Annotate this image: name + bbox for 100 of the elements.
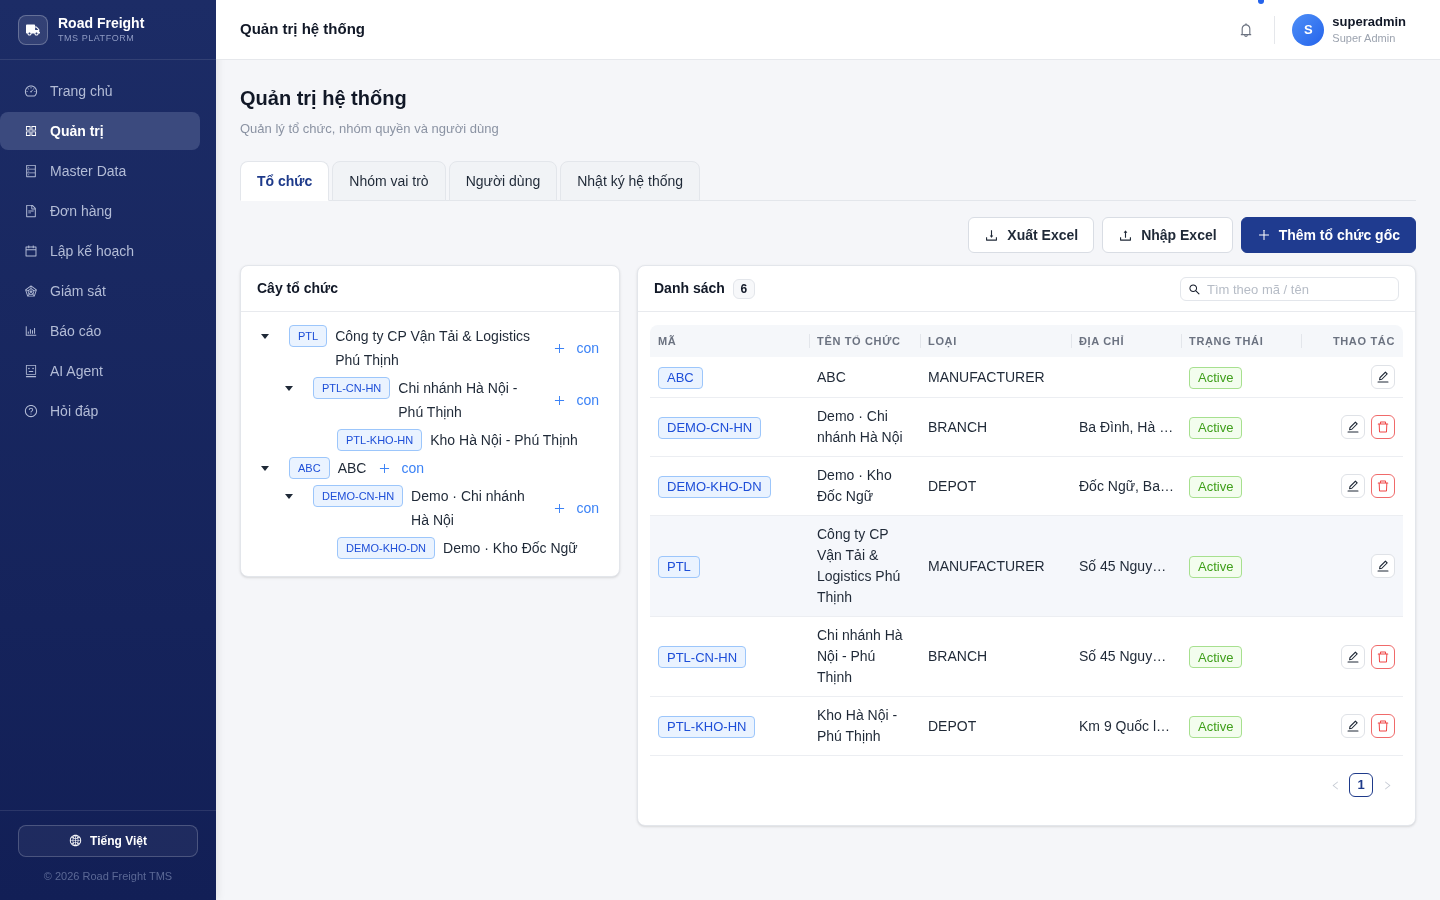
caret-down-icon[interactable] bbox=[261, 465, 269, 471]
column-header: MÃ bbox=[650, 325, 809, 357]
search-field[interactable]: Tìm theo mã / tên bbox=[1180, 277, 1399, 301]
action-button[interactable]: Nhập Excel bbox=[1102, 217, 1233, 253]
edit-button[interactable] bbox=[1371, 554, 1395, 578]
table-row[interactable]: PTL-KHO-HN Kho Hà Nội - Phú Thịnh DEPOT Km 9 Quốc l… Active bbox=[650, 696, 1403, 756]
table-cell: Ba Đình, Hà … bbox=[1071, 397, 1181, 457]
pencil-icon bbox=[1376, 370, 1390, 384]
table-row[interactable]: PTL-CN-HN Chi nhánh Hà Nội - Phú Thịnh BRANCH Số 45 Nguy… Active bbox=[650, 616, 1403, 697]
nav-item[interactable]: Trang chủ bbox=[0, 72, 200, 110]
status-tag: Active bbox=[1189, 646, 1243, 669]
table-row[interactable]: DEMO-CN-HN Demo · Chi nhánh Hà Nội BRANCH Ba Đình, Hà … Active bbox=[650, 397, 1403, 457]
status-tag: Active bbox=[1189, 555, 1243, 578]
avatar[interactable]: S bbox=[1292, 13, 1325, 46]
node-name[interactable]: Demo · Kho Đốc Ngữ bbox=[443, 536, 578, 560]
table-cell: BRANCH bbox=[920, 397, 1071, 457]
table-cell: Chi nhánh Hà Nội - Phú Thịnh bbox=[809, 616, 920, 697]
tab[interactable]: Nhóm vai trò bbox=[332, 161, 446, 201]
nav-item[interactable]: Hỏi đáp bbox=[0, 392, 200, 430]
edit-button[interactable] bbox=[1341, 415, 1365, 439]
table-row[interactable]: PTL Công ty CP Vận Tải & Logistics Phú Thịnh MANUFACTURER Số 45 Nguy… Active bbox=[650, 515, 1403, 617]
count-badge: 6 bbox=[732, 278, 755, 299]
table-cell: Công ty CP Vận Tải & Logistics Phú Thịnh bbox=[809, 515, 920, 617]
add-child-button[interactable]: con bbox=[549, 389, 603, 411]
language-button[interactable]: Tiếng Việt bbox=[18, 824, 198, 857]
pencil-icon bbox=[1346, 479, 1360, 493]
trash-icon bbox=[1376, 719, 1390, 733]
status-tag: Active bbox=[1189, 416, 1243, 439]
delete-button[interactable] bbox=[1371, 415, 1395, 439]
truck-logo-icon bbox=[18, 14, 48, 45]
column-header: TÊN TỔ CHỨC bbox=[809, 325, 920, 357]
nav-item[interactable]: Lập kế hoạch bbox=[0, 232, 200, 270]
caret-down-icon[interactable] bbox=[261, 333, 269, 339]
nav-item[interactable]: Quản trị bbox=[0, 112, 200, 150]
header-title: Quản trị hệ thống bbox=[240, 19, 365, 40]
edit-button[interactable] bbox=[1341, 714, 1365, 738]
upload-icon bbox=[1118, 227, 1134, 243]
node-name[interactable]: Công ty CP Vận Tải & Logistics Phú Thịnh bbox=[335, 324, 542, 372]
caret-down-icon[interactable] bbox=[285, 493, 293, 499]
nav-item[interactable]: Master Data bbox=[0, 152, 200, 190]
table-row[interactable]: DEMO-KHO-DN Demo · Kho Đốc Ngữ DEPOT Đốc Ngữ, Ba… Active bbox=[650, 456, 1403, 516]
table-cell: Đốc Ngữ, Ba… bbox=[1071, 456, 1181, 516]
code-tag: PTL-KHO-HN bbox=[337, 429, 423, 451]
add-child-button[interactable]: con bbox=[549, 497, 603, 519]
table-cell: BRANCH bbox=[920, 616, 1071, 697]
column-header: ĐỊA CHỈ bbox=[1071, 325, 1181, 357]
brand-name: Road Freight bbox=[58, 15, 145, 33]
table-row[interactable]: ABC ABC MANUFACTURER Active bbox=[650, 357, 1403, 398]
node-name[interactable]: ABC bbox=[337, 456, 367, 480]
plus-icon bbox=[553, 341, 567, 355]
edit-button[interactable] bbox=[1341, 644, 1365, 669]
robot-icon bbox=[24, 364, 38, 378]
search-icon bbox=[1188, 282, 1201, 296]
grid-icon bbox=[24, 124, 38, 138]
column-header: THAO TÁC bbox=[1301, 325, 1403, 357]
add-child-button[interactable]: con bbox=[374, 457, 428, 479]
nav-item[interactable]: Đơn hàng bbox=[0, 192, 200, 230]
column-header: LOẠI bbox=[920, 325, 1071, 357]
table-cell: Số 45 Nguy… bbox=[1071, 616, 1181, 697]
nav-item[interactable]: AI Agent bbox=[0, 352, 200, 390]
delete-button[interactable] bbox=[1371, 644, 1395, 669]
page-subtitle: Quản lý tổ chức, nhóm quyền và người dùng bbox=[240, 120, 500, 137]
tab[interactable]: Tổ chức bbox=[240, 161, 330, 201]
plus-icon bbox=[553, 393, 567, 407]
table-cell: Km 9 Quốc l… bbox=[1071, 696, 1181, 756]
code-tag: DEMO-CN-HN bbox=[658, 416, 762, 439]
action-button[interactable]: Thêm tổ chức gốc bbox=[1240, 217, 1416, 253]
delete-button[interactable] bbox=[1371, 474, 1395, 498]
add-child-button[interactable]: con bbox=[549, 337, 603, 359]
edit-button[interactable] bbox=[1341, 474, 1365, 498]
nav-item[interactable]: Giám sát bbox=[0, 272, 200, 310]
calendar-icon bbox=[24, 244, 38, 258]
tab[interactable]: Người dùng bbox=[448, 161, 558, 201]
table-cell: Kho Hà Nội - Phú Thịnh bbox=[809, 696, 920, 756]
table-cell: Demo · Kho Đốc Ngữ bbox=[809, 456, 920, 516]
node-name[interactable]: Chi nhánh Hà Nội - Phú Thịnh bbox=[398, 376, 542, 424]
status-tag: Active bbox=[1189, 366, 1243, 389]
tab[interactable]: Nhật ký hệ thống bbox=[560, 161, 701, 201]
node-name[interactable]: Kho Hà Nội - Phú Thịnh bbox=[430, 428, 578, 452]
trash-icon bbox=[1376, 420, 1390, 434]
database-icon bbox=[24, 164, 38, 178]
plus-icon bbox=[1256, 228, 1271, 242]
nav-item[interactable]: Báo cáo bbox=[0, 312, 200, 350]
caret-down-icon[interactable] bbox=[285, 385, 293, 391]
page-title: Quản trị hệ thống bbox=[240, 86, 408, 111]
status-tag: Active bbox=[1189, 475, 1243, 498]
table-cell: Số 45 Nguy… bbox=[1071, 515, 1181, 617]
brand-tagline: TMS PLATFORM bbox=[58, 32, 136, 44]
delete-button[interactable] bbox=[1371, 714, 1395, 738]
gauge-icon bbox=[24, 84, 38, 98]
plus-icon bbox=[378, 461, 392, 475]
table-cell: ABC bbox=[809, 357, 920, 398]
table-cell: MANUFACTURER bbox=[920, 357, 1071, 398]
radar-icon bbox=[24, 284, 38, 298]
edit-button[interactable] bbox=[1371, 365, 1395, 389]
copyright-text: © 2026 Road Freight TMS bbox=[43, 868, 173, 884]
page-button[interactable]: 1 bbox=[1349, 773, 1373, 797]
action-button[interactable]: Xuất Excel bbox=[968, 217, 1095, 253]
node-name[interactable]: Demo · Chi nhánh Hà Nội bbox=[411, 484, 542, 532]
code-tag: PTL-CN-HN bbox=[313, 377, 391, 399]
